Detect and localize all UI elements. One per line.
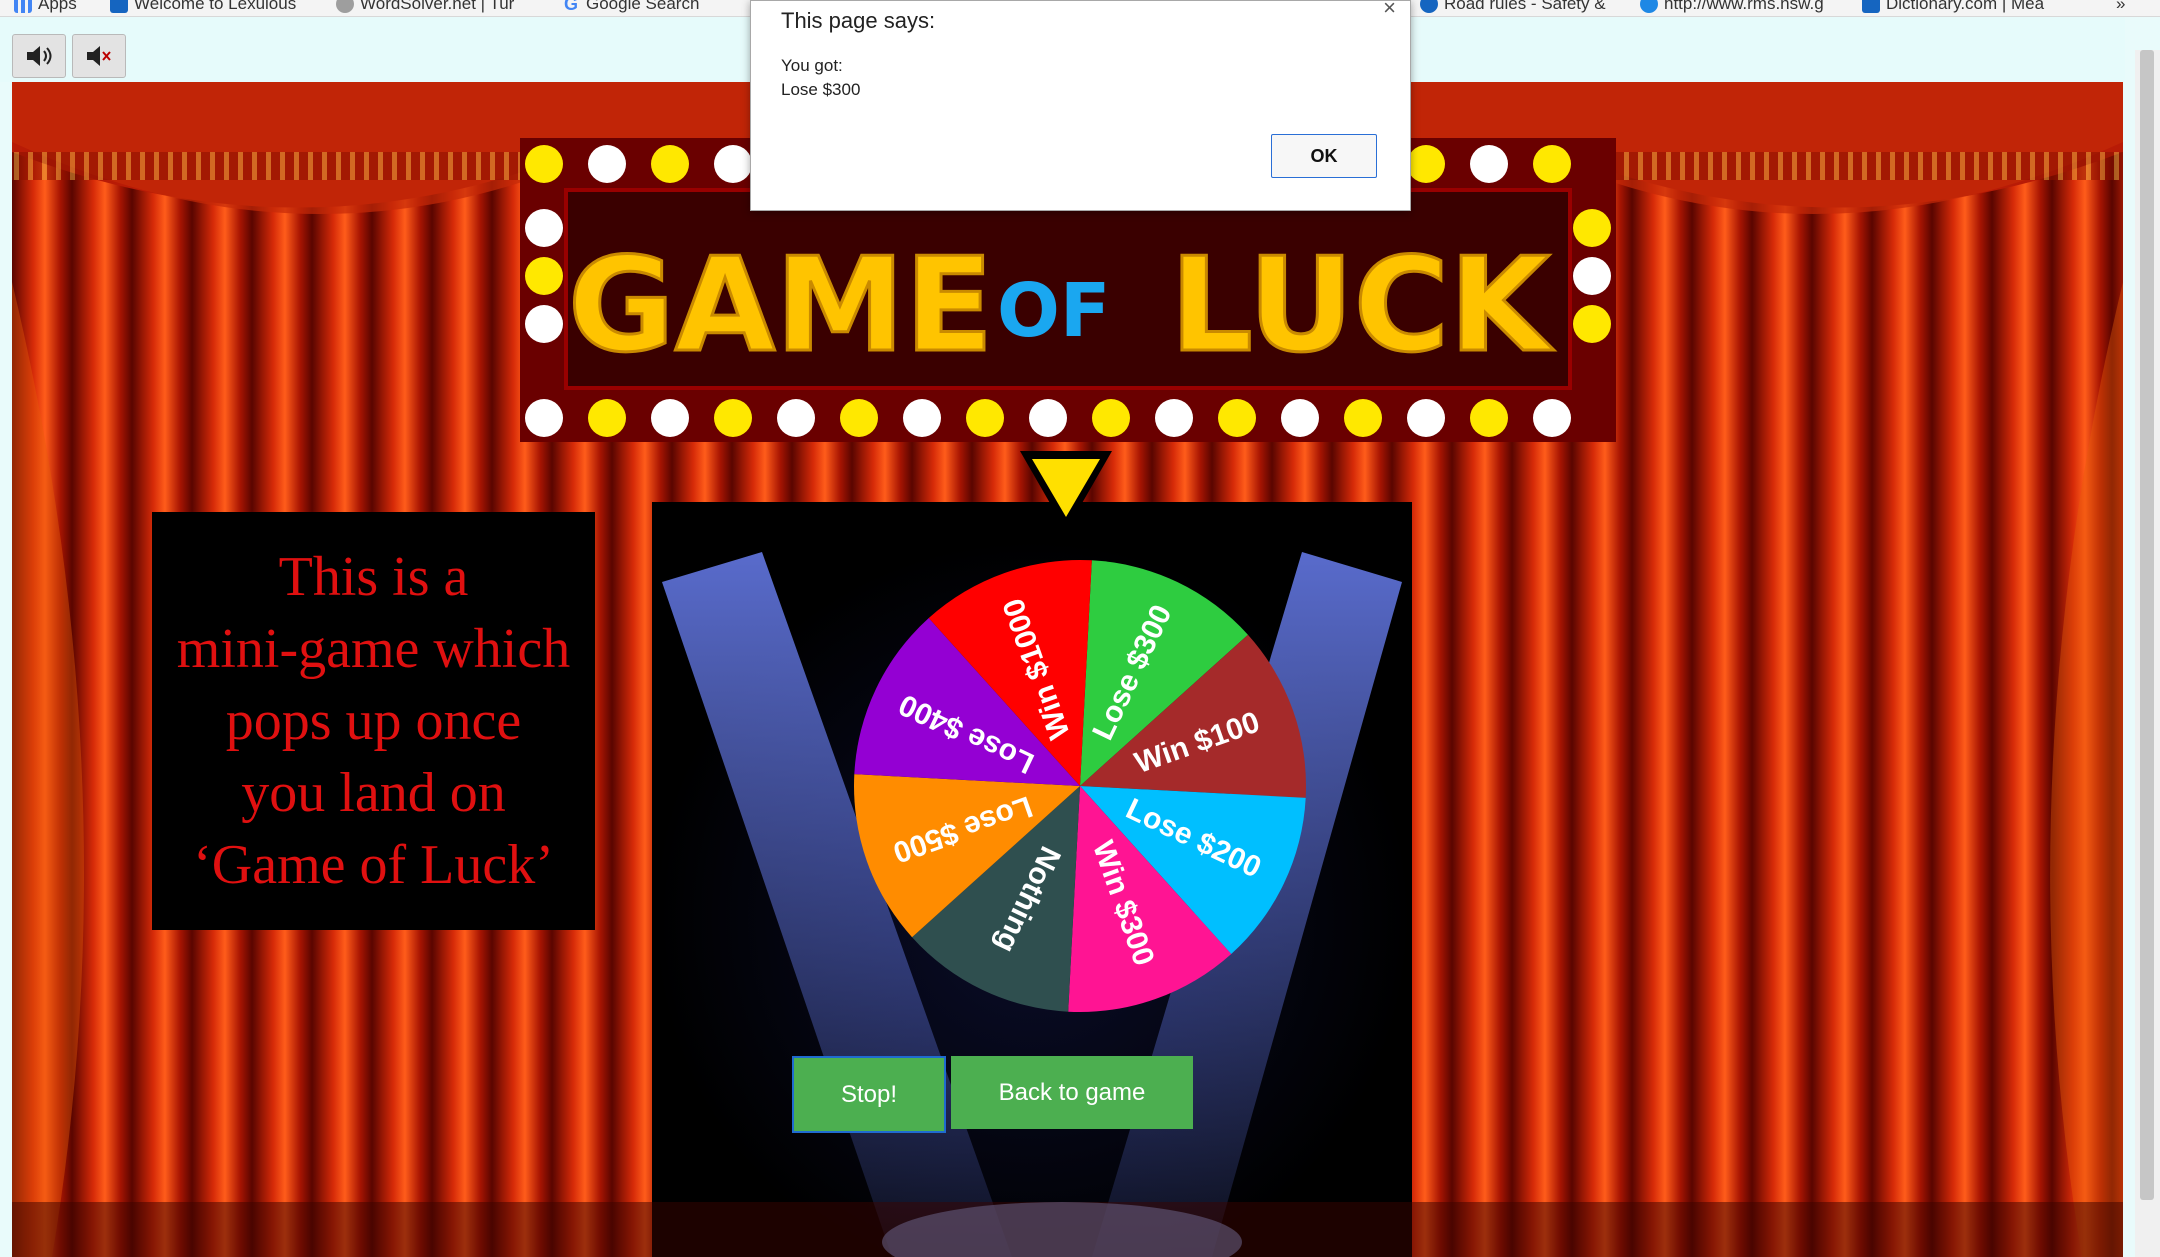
marquee-bulb bbox=[1218, 399, 1256, 437]
info-line: you land on bbox=[241, 762, 506, 824]
info-line: This is a bbox=[278, 546, 469, 608]
marquee-bulb bbox=[1573, 209, 1611, 247]
marquee-bulb bbox=[777, 399, 815, 437]
marquee-bulb bbox=[1470, 145, 1508, 183]
info-line: mini-game which bbox=[176, 618, 571, 680]
bookmark-rms[interactable]: http://www.rms.nsw.g bbox=[1640, 0, 1824, 14]
marquee-bulb bbox=[1407, 399, 1445, 437]
marquee-bulb bbox=[1281, 399, 1319, 437]
overflow-chevron-icon: » bbox=[2116, 0, 2126, 13]
sign-word-game: GAME bbox=[568, 229, 993, 381]
marquee-bulb bbox=[525, 257, 563, 295]
apps-grid-icon bbox=[14, 0, 32, 13]
dialog-result: Lose $300 bbox=[781, 80, 861, 99]
prize-wheel[interactable]: Lose $300Win $100Lose $200Win $300Nothin… bbox=[850, 556, 1310, 1016]
marquee-bulb bbox=[714, 399, 752, 437]
wheel-pointer-icon bbox=[1020, 451, 1112, 531]
ok-button[interactable]: OK bbox=[1271, 134, 1377, 178]
game-stage: GAME OF LUCK Lose $300 Win $100 Lose $200 W… bbox=[12, 82, 2123, 1257]
rms-icon bbox=[1640, 0, 1658, 13]
marquee-bulb bbox=[525, 145, 563, 183]
alert-dialog: This page says: × You got: Lose $300 OK bbox=[750, 0, 1411, 211]
marquee-bulb bbox=[1092, 399, 1130, 437]
marquee-bulb bbox=[1573, 257, 1611, 295]
marquee-bulb bbox=[903, 399, 941, 437]
back-to-game-button[interactable]: Back to game bbox=[951, 1056, 1193, 1129]
marquee-bulb bbox=[525, 305, 563, 343]
sign-word-of: OF bbox=[997, 268, 1110, 354]
marquee-bulb bbox=[840, 399, 878, 437]
marquee-bulb bbox=[1155, 399, 1193, 437]
google-icon: G bbox=[563, 0, 578, 14]
scrollbar-thumb[interactable] bbox=[2140, 50, 2154, 1200]
dialog-title: This page says: bbox=[781, 8, 936, 33]
marquee-bulb bbox=[1344, 399, 1382, 437]
marquee-bulb bbox=[525, 209, 563, 247]
marquee-bulb bbox=[1407, 145, 1445, 183]
marquee-bulb bbox=[588, 145, 626, 183]
bookmark-road-rules[interactable]: Road rules - Safety & bbox=[1420, 0, 1606, 14]
dictionary-icon bbox=[1862, 0, 1880, 13]
bookmarks-overflow[interactable]: » bbox=[2116, 0, 2125, 14]
marquee-bulb bbox=[1029, 399, 1067, 437]
stop-button[interactable]: Stop! bbox=[792, 1056, 946, 1133]
lexulous-icon bbox=[110, 0, 128, 13]
vertical-scrollbar[interactable] bbox=[2135, 50, 2160, 1257]
dialog-message: You got: Lose $300 bbox=[781, 54, 860, 102]
bookmark-lexulous[interactable]: Welcome to Lexulous bbox=[110, 0, 296, 14]
speaker-mute-icon bbox=[87, 46, 111, 66]
marquee-bulb bbox=[651, 399, 689, 437]
marquee-bulb bbox=[1573, 305, 1611, 343]
dialog-message-line: You got: bbox=[781, 56, 843, 75]
speaker-on-icon bbox=[27, 46, 52, 66]
marquee-bulb bbox=[714, 145, 752, 183]
info-box: This is a mini-game which pops up once y… bbox=[152, 512, 595, 930]
info-line: pops up once bbox=[225, 690, 522, 752]
marquee-bulb bbox=[1470, 399, 1508, 437]
marquee-bulb bbox=[1533, 145, 1571, 183]
sound-on-button[interactable] bbox=[12, 34, 66, 78]
close-icon[interactable]: × bbox=[1383, 0, 1396, 21]
marquee-bulb bbox=[1533, 399, 1571, 437]
nsw-icon bbox=[1420, 0, 1438, 13]
bookmark-wordsolver[interactable]: WordSolver.net | Tur bbox=[336, 0, 514, 14]
marquee-bulb bbox=[651, 145, 689, 183]
marquee-bulb bbox=[588, 399, 626, 437]
marquee-bulb bbox=[525, 399, 563, 437]
sign-word-luck: LUCK bbox=[1170, 229, 1554, 381]
marquee-bulb bbox=[966, 399, 1004, 437]
wordsolver-icon bbox=[336, 0, 354, 13]
bookmark-dictionary[interactable]: Dictionary.com | Mea bbox=[1862, 0, 2044, 14]
bookmark-google-search[interactable]: G Google Search bbox=[562, 0, 699, 14]
bookmark-apps[interactable]: Apps bbox=[14, 0, 77, 14]
info-line: ‘Game of Luck’ bbox=[193, 834, 554, 896]
mute-button[interactable] bbox=[72, 34, 126, 78]
